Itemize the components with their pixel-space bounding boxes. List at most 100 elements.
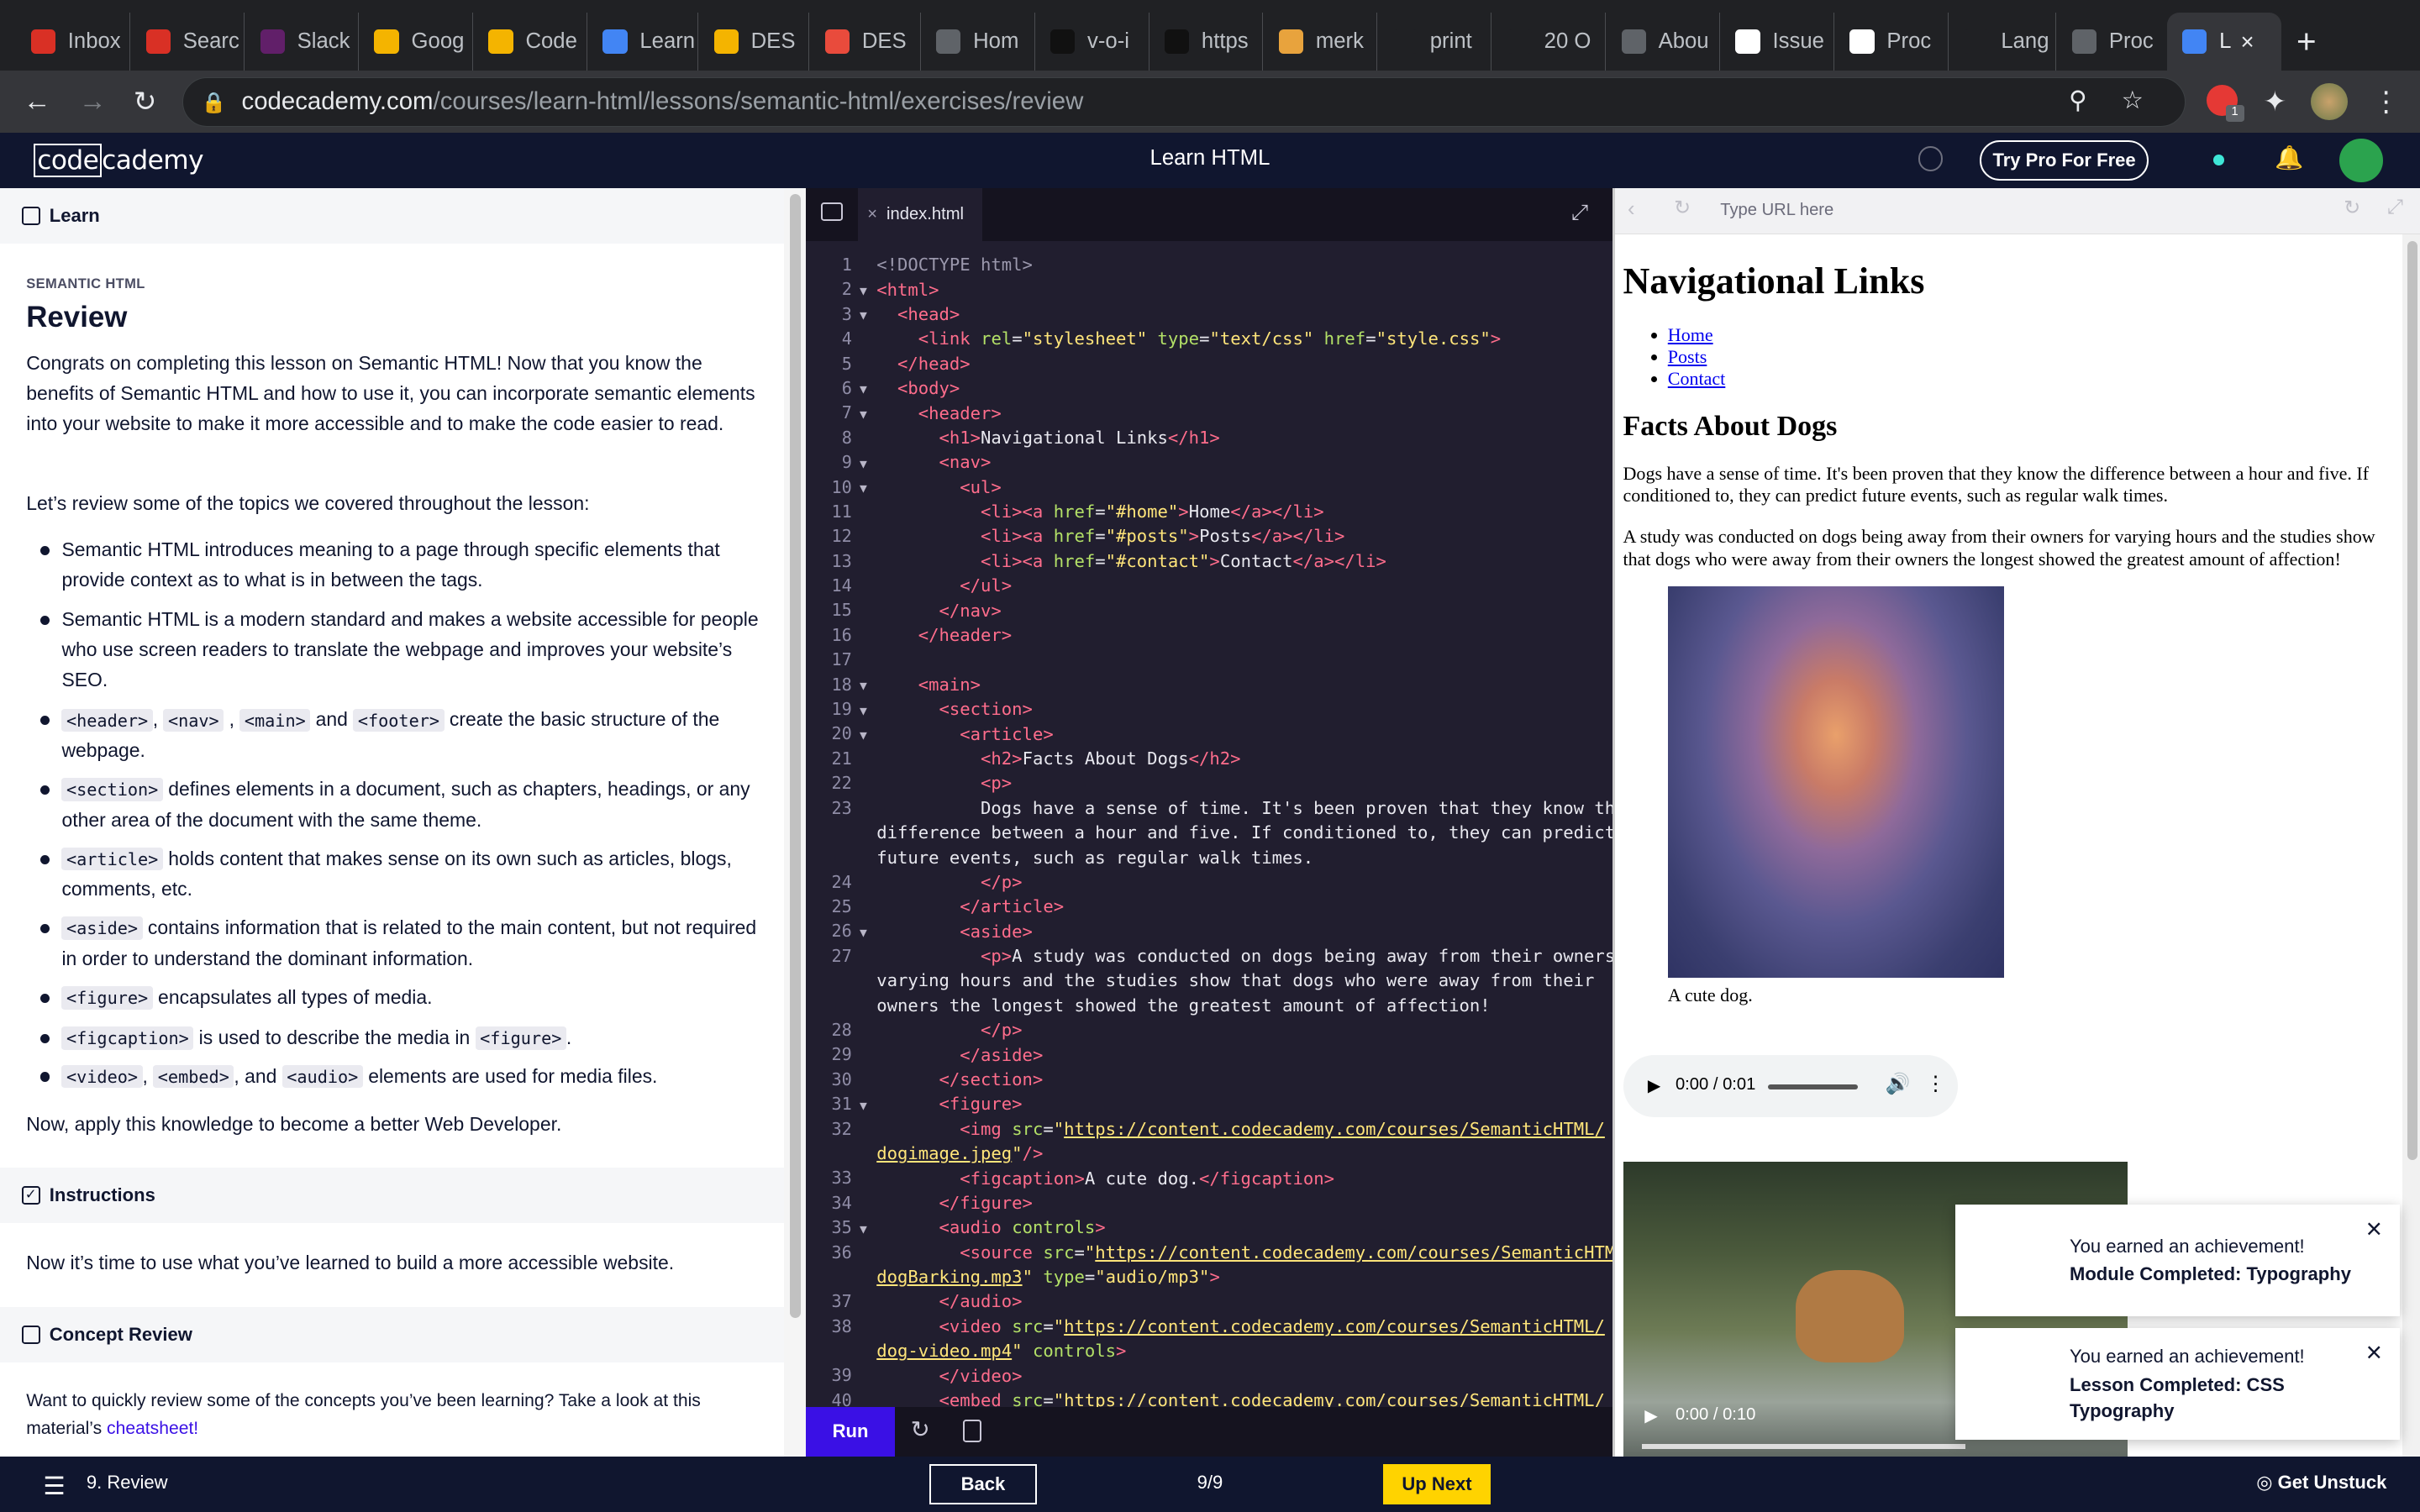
video-play-icon[interactable]: ▶ [1644, 1405, 1658, 1426]
browser-tab[interactable]: Inbox [15, 13, 129, 71]
video-progress[interactable] [1641, 1444, 1966, 1449]
clipboard-icon[interactable] [963, 1419, 982, 1443]
timer-icon[interactable] [1918, 146, 1944, 171]
review-item-8: <figcaption> is used to describe the med… [61, 1023, 759, 1054]
gmail-icon [145, 29, 171, 55]
scroll-thumb[interactable] [790, 194, 802, 1318]
tab-label: Lang [2001, 29, 2049, 54]
address-bar[interactable]: 🔒 codecademy.com/courses/learn-html/less… [182, 76, 2186, 127]
browser-tab[interactable]: 20 O [1491, 12, 1605, 71]
review-item-5: <article> holds content that makes sense… [61, 847, 732, 900]
concept-review-section-header[interactable]: Concept Review [0, 1306, 785, 1362]
browser-tab[interactable]: L × [2166, 12, 2281, 71]
new-tab-button[interactable]: + [2296, 22, 2317, 61]
browser-tab[interactable]: Code [472, 12, 587, 71]
nav-link-home[interactable]: Home [1668, 324, 1713, 345]
zoom-icon[interactable]: ⚲ [2069, 86, 2087, 115]
audio-progress[interactable] [1768, 1084, 1858, 1089]
url-path: /courses/learn-html/lessons/semantic-htm… [433, 87, 1084, 116]
tab-label: Proc [2108, 29, 2154, 54]
close-icon[interactable]: × [2366, 1337, 2382, 1369]
browser-tab[interactable]: Proc [2055, 12, 2170, 71]
folder-icon[interactable] [821, 202, 843, 221]
browser-tab[interactable]: Lang [1947, 12, 2062, 71]
preview-url-input[interactable]: Type URL here [1720, 201, 1833, 220]
volume-icon[interactable]: 🔊 [1886, 1072, 1911, 1096]
try-pro-button[interactable]: Try Pro For Free [1980, 140, 2149, 181]
nav-link-contact[interactable]: Contact [1668, 368, 1726, 389]
browser-tab[interactable]: DES [808, 12, 923, 71]
preview-scrollbar[interactable] [2402, 234, 2420, 1457]
tab-label: Learn [639, 29, 696, 54]
exercise-label[interactable]: 9. Review [87, 1472, 168, 1494]
cheatsheet-link[interactable]: cheatsheet! [107, 1419, 198, 1438]
menu-icon[interactable]: ☰ [43, 1472, 65, 1501]
preview-expand-icon[interactable]: ⤢ [2387, 196, 2403, 219]
tab-label: print [1429, 29, 1472, 54]
forward-arrow-icon[interactable]: → [74, 83, 111, 120]
file-tab-index-html[interactable]: × index.html [858, 188, 983, 241]
reload-icon[interactable]: ↻ [127, 83, 164, 120]
browser-menu-icon[interactable]: ⋮ [2367, 83, 2404, 120]
user-avatar[interactable] [2339, 139, 2383, 182]
back-arrow-icon[interactable]: ← [18, 83, 55, 120]
lesson-footer: ☰ 9. Review Back 9/9 Up Next ◎ Get Unstu… [0, 1456, 2420, 1512]
browser-tab[interactable]: DES [697, 12, 812, 71]
profile-avatar[interactable] [2310, 83, 2348, 121]
audio-player[interactable]: ▶ 0:00 / 0:01 🔊 ⋮ [1623, 1055, 1959, 1117]
lesson-scrollbar[interactable] [784, 188, 806, 1457]
codecademy-icon [713, 29, 739, 55]
run-button[interactable]: Run [805, 1407, 896, 1457]
lock-icon: 🔒 [201, 91, 227, 114]
progress-count: 9/9 [1197, 1472, 1223, 1494]
browser-tab[interactable]: https [1148, 12, 1263, 71]
up-next-button[interactable]: Up Next [1382, 1464, 1491, 1504]
nav-link-posts[interactable]: Posts [1668, 346, 1707, 367]
achievement-toast-2: You earned an achievement! Lesson Comple… [1955, 1328, 2401, 1440]
preview-scroll-thumb[interactable] [2407, 240, 2418, 1161]
code-area[interactable]: 1 <!DOCTYPE html> 2 ▼ <html> 3 ▼ <head> 4 <l… [806, 253, 1613, 1407]
bookmark-star-icon[interactable]: ☆ [2122, 86, 2144, 115]
browser-tab[interactable]: print [1376, 12, 1491, 71]
github-icon [1735, 29, 1760, 55]
audio-more-icon[interactable]: ⋮ [1926, 1072, 1946, 1096]
browser-tab[interactable]: v-o-i [1034, 12, 1149, 71]
browser-tab[interactable]: merk [1262, 12, 1376, 71]
concept-review-text: Want to quickly review some of the conce… [26, 1391, 701, 1439]
image-icon [1278, 29, 1304, 55]
close-tab-icon[interactable]: × [867, 205, 877, 224]
preview-back-icon[interactable]: ‹ [1628, 197, 1635, 222]
browser-tab[interactable]: Hom [919, 12, 1034, 71]
tab-label: DES [750, 29, 796, 54]
toast-body: Module Completed: Typography [2070, 1263, 2351, 1285]
browser-tab[interactable]: Proc [1833, 12, 1948, 71]
preview-refresh-icon[interactable]: ↻ [1674, 196, 1691, 220]
get-unstuck-button[interactable]: ◎ Get Unstuck [2256, 1472, 2386, 1494]
review-item-7: <figure> encapsulates all types of media… [61, 983, 759, 1014]
instructions-section-header[interactable]: ✓ Instructions [0, 1168, 785, 1224]
reset-icon[interactable]: ↻ [911, 1416, 930, 1443]
extension-badge: 1 [2225, 104, 2244, 123]
browser-tab[interactable]: Goog [358, 12, 472, 71]
audio-play-icon[interactable]: ▶ [1648, 1075, 1661, 1096]
review-item-1: Semantic HTML introduces meaning to a pa… [61, 538, 720, 591]
bullet-dot [39, 854, 50, 864]
expand-icon[interactable]: ⤢ [1571, 201, 1589, 226]
browser-tab[interactable]: Slack [244, 12, 358, 71]
doc-icon [1849, 29, 1875, 55]
extensions-puzzle-icon[interactable]: ✦ [2256, 83, 2293, 120]
notification-bell-icon[interactable]: 🔔 [2275, 144, 2303, 171]
browser-tab[interactable]: Learn [586, 12, 701, 71]
bullet-dot [39, 1072, 50, 1082]
browser-tab[interactable]: Abou [1605, 12, 1719, 71]
review-item-4: <section> defines elements in a document… [61, 778, 750, 831]
tab-label: https [1201, 29, 1249, 54]
close-icon[interactable]: × [2366, 1214, 2382, 1246]
browser-tab[interactable]: Issue [1719, 12, 1833, 71]
review-item-6: <aside> contains information that is rel… [61, 916, 757, 970]
review-item-3: <header>, <nav> , <main> and <footer> cr… [61, 708, 720, 762]
toast-body: Lesson Completed: CSS Typography [2070, 1373, 2285, 1422]
browser-tab[interactable]: Searc [129, 12, 244, 71]
close-tab-icon[interactable]: × [2240, 29, 2254, 55]
back-button[interactable]: Back [929, 1464, 1038, 1504]
